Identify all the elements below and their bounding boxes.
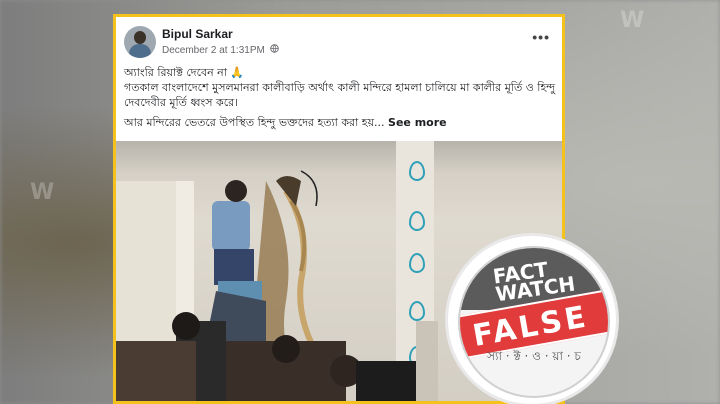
- background-watermark: W: [620, 8, 645, 33]
- post-line: আর মন্দিরের ভেতরে উপস্থিত হিন্দু ভক্তদের…: [124, 116, 447, 129]
- post-text: অ্যাংরি রিয়াক্ট দেবেন না 🙏 গতকাল বাংলাদ…: [124, 65, 562, 130]
- see-more-link[interactable]: See more: [388, 116, 447, 129]
- globe-icon: [269, 44, 279, 56]
- post-meta: December 2 at 1:31PM: [162, 44, 279, 56]
- false-verdict-stamp: FACT WATCH FALSE স্যা · ক্ট · ও · য়া · …: [448, 236, 616, 404]
- post-line: অ্যাংরি রিয়াক্ট দেবেন না 🙏: [124, 66, 245, 79]
- more-options-button[interactable]: •••: [532, 29, 550, 45]
- avatar[interactable]: [124, 26, 156, 58]
- post-line: গতকাল বাংলাদেশে মুসলমানরা কালীবাড়ি অর্থ…: [124, 81, 556, 109]
- background-watermark: W: [30, 180, 55, 205]
- post-timestamp[interactable]: December 2 at 1:31PM: [162, 45, 265, 56]
- post-header: Bipul Sarkar December 2 at 1:31PM •••: [116, 17, 562, 61]
- author-name[interactable]: Bipul Sarkar: [162, 27, 233, 41]
- badge-bottom-text: স্যা · ক্ট · ও · য়া · চ: [487, 349, 581, 363]
